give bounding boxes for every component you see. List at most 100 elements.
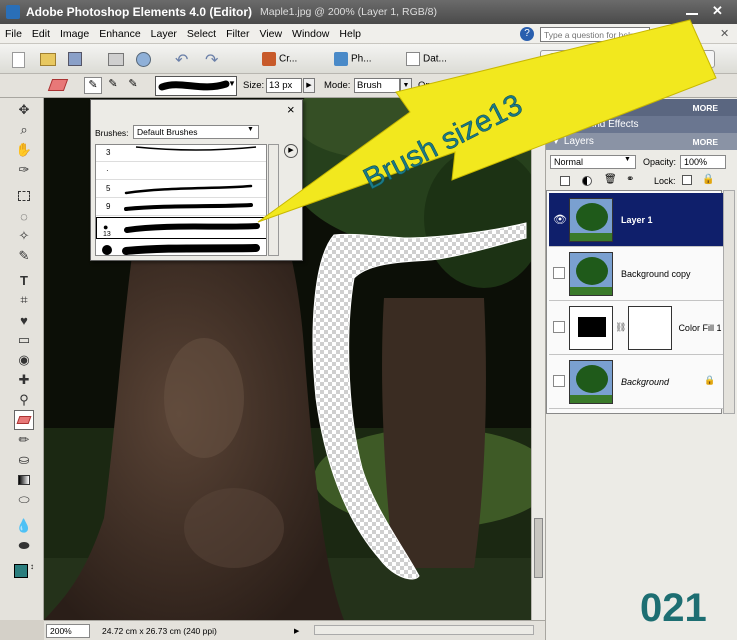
layer-name[interactable]: Background copy [621,269,691,279]
sponge-tool-icon[interactable]: ⬬ [14,536,34,556]
red-eye-tool-icon[interactable]: ◉ [14,350,34,370]
gradient-tool-icon[interactable] [14,470,34,490]
popup-close-button[interactable]: × [287,102,295,117]
close-button[interactable]: ✕ [712,3,723,19]
doc-close-icon[interactable]: ✕ [720,27,729,40]
brush-item[interactable] [96,241,266,255]
layer-row-background[interactable]: Background 🔒 [549,355,723,409]
help-icon[interactable]: ? [520,27,534,41]
minimize-button[interactable] [686,13,698,15]
brush-list-scrollbar[interactable] [268,144,279,256]
create-button[interactable]: Cr... [262,52,297,66]
size-slider-arrow-icon[interactable]: ▶ [303,78,315,93]
visibility-box[interactable] [553,321,565,333]
opacity-field[interactable]: 100% [455,78,485,93]
size-field[interactable]: 13 px [266,78,302,93]
layer-row-background-copy[interactable]: Background copy [549,247,723,301]
menu-view[interactable]: View [254,24,287,44]
opacity-slider-arrow-icon[interactable]: ▶ [486,78,498,93]
status-arrow-icon[interactable]: ▶ [294,627,299,635]
brush-set-select[interactable]: Default Brushes [133,125,259,139]
straighten-tool-icon[interactable]: ▭ [14,330,34,350]
save-icon[interactable] [68,52,82,66]
layers-palette-header[interactable]: ▼ Layers MORE [546,133,737,150]
layer-name[interactable]: Layer 1 [621,215,653,225]
restore-icon[interactable] [660,29,669,37]
menu-file[interactable]: File [0,24,27,44]
doc-minimize-icon[interactable] [680,36,688,38]
lock-all-icon[interactable]: 🔒 [702,174,714,185]
brush-item[interactable]: 3 [96,145,266,162]
more-button[interactable]: MORE [693,103,719,113]
visibility-box[interactable] [553,267,565,279]
redo-icon[interactable]: ↷ [205,50,218,70]
open-file-icon[interactable] [40,53,56,66]
lasso-tool-icon[interactable]: ◌ [14,206,34,226]
print-icon[interactable] [108,53,124,66]
hand-tool-icon[interactable]: ✋ [14,140,34,160]
clone-stamp-tool-icon[interactable]: ⚲ [14,390,34,410]
lock-transparency-icon[interactable] [682,175,692,185]
undo-icon[interactable]: ↶ [175,50,188,70]
mode-select[interactable]: Brush [354,78,400,93]
brush-preset-picker[interactable] [155,76,237,96]
menu-filter[interactable]: Filter [221,24,254,44]
standard-edit-button[interactable]: lit [690,50,716,68]
link-layers-icon[interactable]: ⚭ [626,174,634,185]
quick-fix-button[interactable]: Quick Fi... [540,50,615,68]
healing-brush-tool-icon[interactable]: ✚ [14,370,34,390]
menu-layer[interactable]: Layer [146,24,182,44]
magic-wand-tool-icon[interactable]: ✧ [14,226,34,246]
move-tool-icon[interactable]: ✥ [14,100,34,120]
horizontal-scroll-track[interactable] [314,625,534,635]
brush-picker-arrow-icon[interactable]: ▼ [228,79,236,88]
brush-item[interactable]: · [96,163,266,180]
type-tool-icon[interactable]: T [14,270,34,290]
eraser-mode-icon-1[interactable]: ✎ [84,77,102,94]
visibility-box[interactable] [553,375,565,387]
layer-row-color-fill[interactable]: ⛓ Color Fill 1 [549,301,723,355]
vertical-scrollbar[interactable] [531,98,545,620]
layers-more-button[interactable]: MORE [693,137,719,147]
eraser-mode-icon-3[interactable]: ✎ [124,77,142,94]
scroll-thumb[interactable] [534,518,543,578]
selection-brush-tool-icon[interactable]: ✎ [14,246,34,266]
brush-menu-arrow-icon[interactable]: ▶ [284,144,298,158]
menu-window[interactable]: Window [287,24,334,44]
menu-help[interactable]: Help [334,24,366,44]
new-layer-icon[interactable] [560,176,570,186]
menu-image[interactable]: Image [55,24,94,44]
blur-tool-icon[interactable]: 💧 [14,516,34,536]
foreground-color-swatch[interactable] [14,564,28,578]
layers-scrollbar[interactable] [723,190,735,414]
pencil-tool-icon[interactable]: ✏ [14,430,34,450]
photo-browser-button[interactable]: Ph... [334,52,372,66]
zoom-field[interactable]: 200% [46,623,90,638]
brush-item[interactable]: 9 [96,199,266,216]
shape-tool-icon[interactable]: ⬭ [14,490,34,510]
crop-tool-icon[interactable]: ⌗ [14,290,34,310]
zoom-tool-icon[interactable]: ⌕ [14,120,34,140]
brush-item[interactable]: 5 [96,181,266,198]
collapse-triangle-icon[interactable]: ▼ [552,137,560,146]
effects-palette-header[interactable]: ind Effects [546,116,737,133]
paint-bucket-tool-icon[interactable]: ⛀ [14,450,34,470]
web-icon[interactable] [136,52,151,67]
menu-edit[interactable]: Edit [27,24,55,44]
brush-item-selected[interactable]: ● 13 [96,217,266,239]
cookie-cutter-tool-icon[interactable]: ♥ [14,310,34,330]
delete-layer-icon[interactable]: 🗑 [604,174,617,185]
brush-set-dropdown-icon[interactable]: ▼ [247,126,254,133]
styles-palette-header[interactable]: MORE [546,99,737,116]
blend-mode-dropdown-icon[interactable]: ▼ [624,156,631,163]
eraser-mode-icon-2[interactable]: ✎ [104,77,122,94]
swap-colors-icon[interactable]: ↕ [30,562,34,571]
layer-name[interactable]: Color Fill 1 [678,323,721,333]
help-search-input[interactable] [540,27,650,42]
new-file-icon[interactable] [12,52,25,68]
eyedropper-tool-icon[interactable]: ✑ [14,160,34,180]
eraser-tool-icon[interactable] [47,79,69,91]
mode-dropdown-icon[interactable]: ▼ [400,78,412,93]
layer-opacity-field[interactable]: 100% [680,155,726,169]
visibility-eye-icon[interactable]: 👁 [553,213,567,226]
